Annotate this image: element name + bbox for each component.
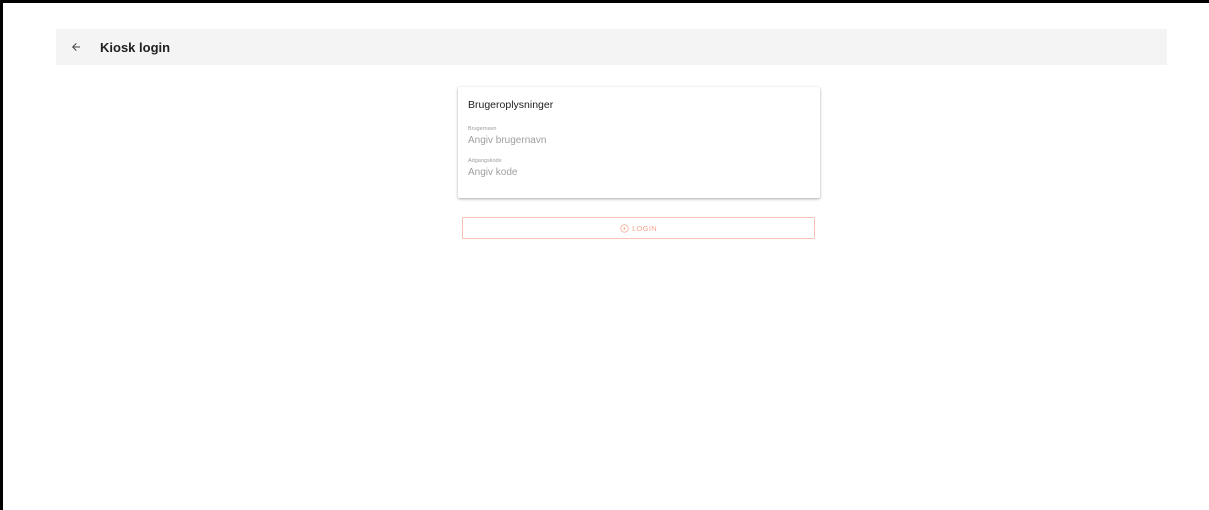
login-button[interactable]: LOGIN bbox=[462, 217, 815, 239]
username-label: Brugernavn bbox=[468, 126, 497, 132]
user-info-card: Brugeroplysninger Brugernavn Adgangskode bbox=[458, 87, 820, 198]
username-field[interactable]: Brugernavn bbox=[468, 125, 810, 147]
circle-arrow-icon bbox=[620, 223, 629, 233]
app-frame: Kiosk login Brugeroplysninger Brugernavn… bbox=[0, 0, 1209, 510]
top-toolbar: Kiosk login bbox=[56, 29, 1167, 65]
password-input[interactable] bbox=[468, 165, 808, 179]
arrow-left-icon[interactable] bbox=[69, 40, 83, 54]
password-label: Adgangskode bbox=[468, 158, 502, 164]
card-title: Brugeroplysninger bbox=[468, 99, 554, 111]
login-button-label: LOGIN bbox=[632, 223, 657, 233]
username-input[interactable] bbox=[468, 133, 808, 147]
page-title: Kiosk login bbox=[100, 39, 171, 55]
password-field[interactable]: Adgangskode bbox=[468, 157, 810, 179]
